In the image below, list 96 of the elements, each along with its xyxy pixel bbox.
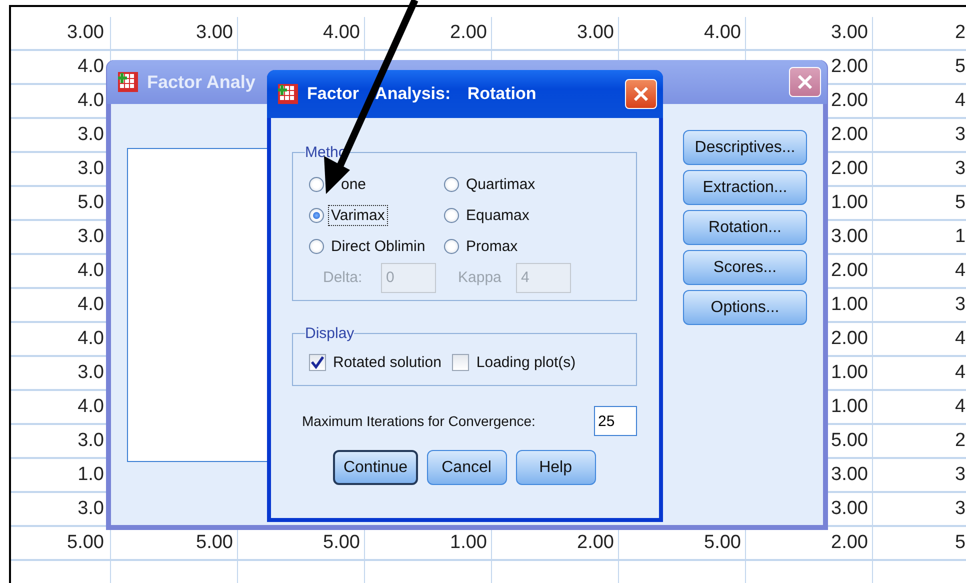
- dialog-button[interactable]: Continue: [333, 450, 418, 485]
- table-cell: 5.00: [67, 532, 104, 554]
- table-cell: 3.00: [831, 226, 868, 248]
- table-cell: 2.00: [831, 328, 868, 350]
- radio-button[interactable]: [309, 177, 324, 192]
- spreadsheet-icon: [117, 71, 139, 93]
- option-label[interactable]: Equamax: [463, 205, 532, 226]
- spreadsheet-icon: [277, 83, 299, 105]
- table-cell: 5: [955, 56, 966, 78]
- table-cell: 4: [955, 260, 966, 282]
- table-cell: 1.00: [831, 294, 868, 316]
- table-cell: 4.00: [704, 22, 741, 44]
- option-label[interactable]: Quartimax: [463, 174, 538, 195]
- table-cell: 3: [955, 464, 966, 486]
- table-cell: 4: [955, 328, 966, 350]
- table-cell: 3: [955, 124, 966, 146]
- dialog-button[interactable]: Extraction...: [683, 170, 807, 205]
- table-cell: 3.0: [78, 124, 104, 146]
- table-cell: 5.0: [78, 192, 104, 214]
- table-cell: 2.00: [450, 22, 487, 44]
- group-label: Display: [305, 325, 354, 342]
- table-cell: 4.0: [78, 260, 104, 282]
- dialog-button[interactable]: Cancel: [426, 450, 507, 485]
- option-label[interactable]: Promax: [463, 236, 521, 257]
- table-cell: 5: [955, 532, 966, 554]
- table-cell: 4.00: [323, 22, 360, 44]
- iterations-field[interactable]: 25: [594, 406, 637, 436]
- close-icon: [797, 74, 813, 90]
- dialog-title: Factor Analysis: Rotation: [307, 84, 538, 104]
- table-cell: 5.00: [704, 532, 741, 554]
- checkmark-icon: [311, 356, 324, 369]
- close-button[interactable]: [789, 67, 821, 97]
- table-cell: 4.0: [78, 90, 104, 112]
- table-cell: 3.00: [196, 22, 233, 44]
- radio-button[interactable]: [444, 239, 459, 254]
- table-cell: 3: [955, 498, 966, 520]
- table-cell: 2.00: [577, 532, 614, 554]
- table-cell: 3.00: [831, 464, 868, 486]
- table-cell: 2.00: [831, 56, 868, 78]
- table-cell: 2.00: [831, 260, 868, 282]
- table-cell: 5.00: [831, 430, 868, 452]
- table-cell: 1: [955, 226, 966, 248]
- option-label[interactable]: Rotated solution: [330, 352, 444, 373]
- parameter-label: Kappa: [458, 269, 502, 286]
- radio-button[interactable]: [444, 208, 459, 223]
- table-cell: 1.00: [831, 192, 868, 214]
- table-cell: 3.00: [67, 22, 104, 44]
- iterations-label: Maximum Iterations for Convergence:: [302, 413, 536, 429]
- table-cell: 3: [955, 158, 966, 180]
- table-cell: 2: [955, 430, 966, 452]
- table-cell: 2.00: [831, 158, 868, 180]
- table-cell: 3.0: [78, 158, 104, 180]
- table-cell: 3.0: [78, 362, 104, 384]
- dialog-button[interactable]: Rotation...: [683, 210, 807, 245]
- close-button[interactable]: [625, 79, 657, 109]
- table-cell: 3.0: [78, 430, 104, 452]
- checkbox[interactable]: [309, 354, 326, 371]
- table-cell: 4: [955, 362, 966, 384]
- checkbox[interactable]: [452, 354, 470, 371]
- table-cell: 3.00: [831, 498, 868, 520]
- table-cell: 2.00: [831, 124, 868, 146]
- option-label[interactable]: Varimax: [328, 205, 388, 226]
- radio-button[interactable]: [309, 239, 324, 254]
- table-cell: 2.00: [831, 532, 868, 554]
- dialog-button[interactable]: Descriptives...: [683, 130, 807, 165]
- table-cell: 1.00: [831, 362, 868, 384]
- table-cell: 4: [955, 90, 966, 112]
- table-cell: 5.00: [196, 532, 233, 554]
- table-cell: 3.00: [577, 22, 614, 44]
- table-cell: 3.0: [78, 226, 104, 248]
- dialog-button[interactable]: Options...: [683, 290, 807, 325]
- option-label[interactable]: Loading plot(s): [473, 352, 579, 373]
- option-label[interactable]: one: [338, 174, 370, 195]
- table-cell: 4.0: [78, 56, 104, 78]
- window-title: Factor Analy: [147, 72, 256, 92]
- close-icon: [633, 86, 649, 102]
- table-cell: 2: [955, 22, 966, 44]
- dialog-button[interactable]: Scores...: [683, 250, 807, 285]
- table-cell: 3: [955, 294, 966, 316]
- dialog-button[interactable]: Help: [516, 450, 596, 485]
- radio-button[interactable]: [309, 208, 324, 223]
- table-cell: 2.00: [831, 90, 868, 112]
- parameter-label: Delta:: [323, 269, 364, 286]
- table-cell: 1.00: [831, 396, 868, 418]
- option-label[interactable]: Direct Oblimin: [328, 236, 428, 257]
- table-cell: 1.00: [450, 532, 487, 554]
- table-cell: 3.0: [78, 498, 104, 520]
- table-cell: 4.0: [78, 328, 104, 350]
- table-cell: 5: [955, 192, 966, 214]
- table-cell: 1.0: [78, 464, 104, 486]
- table-cell: 5.00: [323, 532, 360, 554]
- table-cell: 4.0: [78, 294, 104, 316]
- table-cell: 4: [955, 396, 966, 418]
- table-cell: 3.00: [831, 22, 868, 44]
- radio-button[interactable]: [444, 177, 459, 192]
- table-cell: 4.0: [78, 396, 104, 418]
